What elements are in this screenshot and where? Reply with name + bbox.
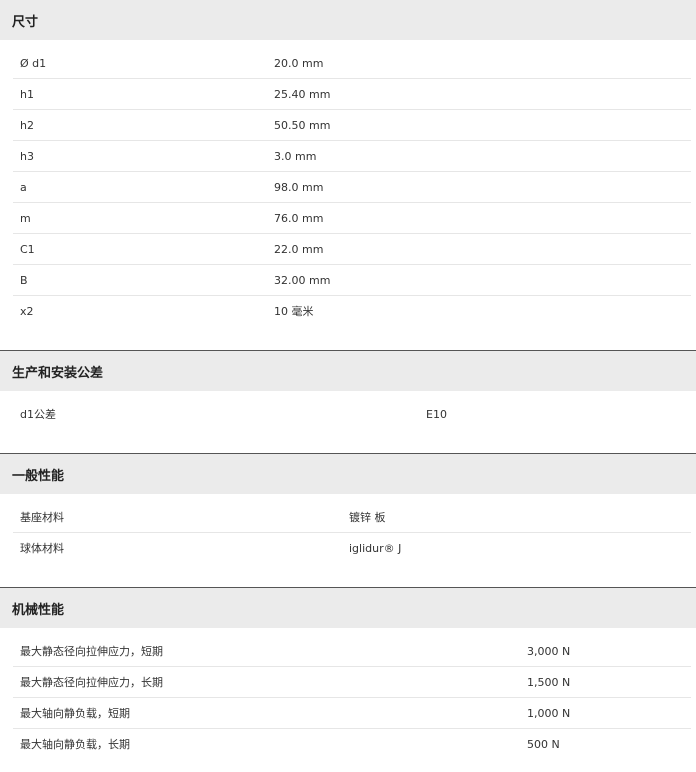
- section-mechanical-properties: 机械性能 最大静态径向拉伸应力，短期 3,000 N 最大静态径向拉伸应力，长期…: [0, 588, 696, 751]
- row-label: Ø d1: [20, 57, 47, 70]
- row-value: 25.40 mm: [274, 88, 331, 101]
- section-general-properties: 一般性能 基座材料 镀锌 板 球体材料 iglidur® J: [0, 454, 696, 555]
- row-label: 最大静态径向拉伸应力，长期: [20, 676, 163, 689]
- section-title: 尺寸: [0, 0, 696, 40]
- row-label: x2: [20, 305, 34, 318]
- table-row: 最大静态径向拉伸应力，短期 3,000 N: [13, 636, 691, 667]
- row-value: 32.00 mm: [274, 274, 331, 287]
- row-value: 22.0 mm: [274, 243, 324, 256]
- row-value: 1,500 N: [527, 676, 571, 689]
- row-label: 最大静态径向拉伸应力，短期: [20, 645, 163, 658]
- row-label: h1: [20, 88, 34, 101]
- row-value: iglidur® J: [349, 542, 402, 555]
- table-row: a 98.0 mm: [13, 172, 691, 203]
- row-value: E10: [426, 408, 447, 421]
- row-value: 76.0 mm: [274, 212, 324, 225]
- table-row: x2 10 毫米: [13, 296, 691, 327]
- row-value: 3.0 mm: [274, 150, 317, 163]
- row-value: 10 毫米: [274, 305, 314, 318]
- table-row: 最大轴向静负载，短期 1,000 N: [13, 698, 691, 729]
- row-label: a: [20, 181, 27, 194]
- table-row: C1 22.0 mm: [13, 234, 691, 265]
- section-tolerances: 生产和安装公差 d1公差 E10: [0, 351, 696, 421]
- row-label: 最大轴向静负载，长期: [20, 738, 130, 751]
- row-label: d1公差: [20, 408, 56, 421]
- row-value: 镀锌 板: [349, 511, 386, 524]
- table-row: h1 25.40 mm: [13, 79, 691, 110]
- table-row: 最大静态径向拉伸应力，长期 1,500 N: [13, 667, 691, 698]
- table-row: m 76.0 mm: [13, 203, 691, 234]
- section-title: 机械性能: [0, 588, 696, 628]
- table-row: 基座材料 镀锌 板: [13, 502, 691, 533]
- row-value: 1,000 N: [527, 707, 571, 720]
- row-label: 球体材料: [20, 542, 64, 555]
- row-value: 50.50 mm: [274, 119, 331, 132]
- row-value: 98.0 mm: [274, 181, 324, 194]
- table-row: 最大轴向静负载，长期 500 N: [13, 729, 691, 760]
- table-row: Ø d1 20.0 mm: [13, 48, 691, 79]
- row-label: m: [20, 212, 31, 225]
- row-label: B: [20, 274, 28, 287]
- table-row: h3 3.0 mm: [13, 141, 691, 172]
- table-row: h2 50.50 mm: [13, 110, 691, 141]
- table-row: B 32.00 mm: [13, 265, 691, 296]
- section-title: 一般性能: [0, 454, 696, 494]
- row-label: 基座材料: [20, 511, 64, 524]
- row-label: 最大轴向静负载，短期: [20, 707, 130, 720]
- row-label: h2: [20, 119, 34, 132]
- table-row: 球体材料 iglidur® J: [13, 533, 691, 564]
- table-row: d1公差 E10: [13, 399, 691, 430]
- row-value: 500 N: [527, 738, 560, 751]
- row-label: h3: [20, 150, 34, 163]
- row-value: 20.0 mm: [274, 57, 324, 70]
- section-dimensions: 尺寸 Ø d1 20.0 mm h1 25.40 mm h2 50.50 mm …: [0, 0, 696, 318]
- section-title: 生产和安装公差: [0, 351, 696, 391]
- row-value: 3,000 N: [527, 645, 571, 658]
- row-label: C1: [20, 243, 35, 256]
